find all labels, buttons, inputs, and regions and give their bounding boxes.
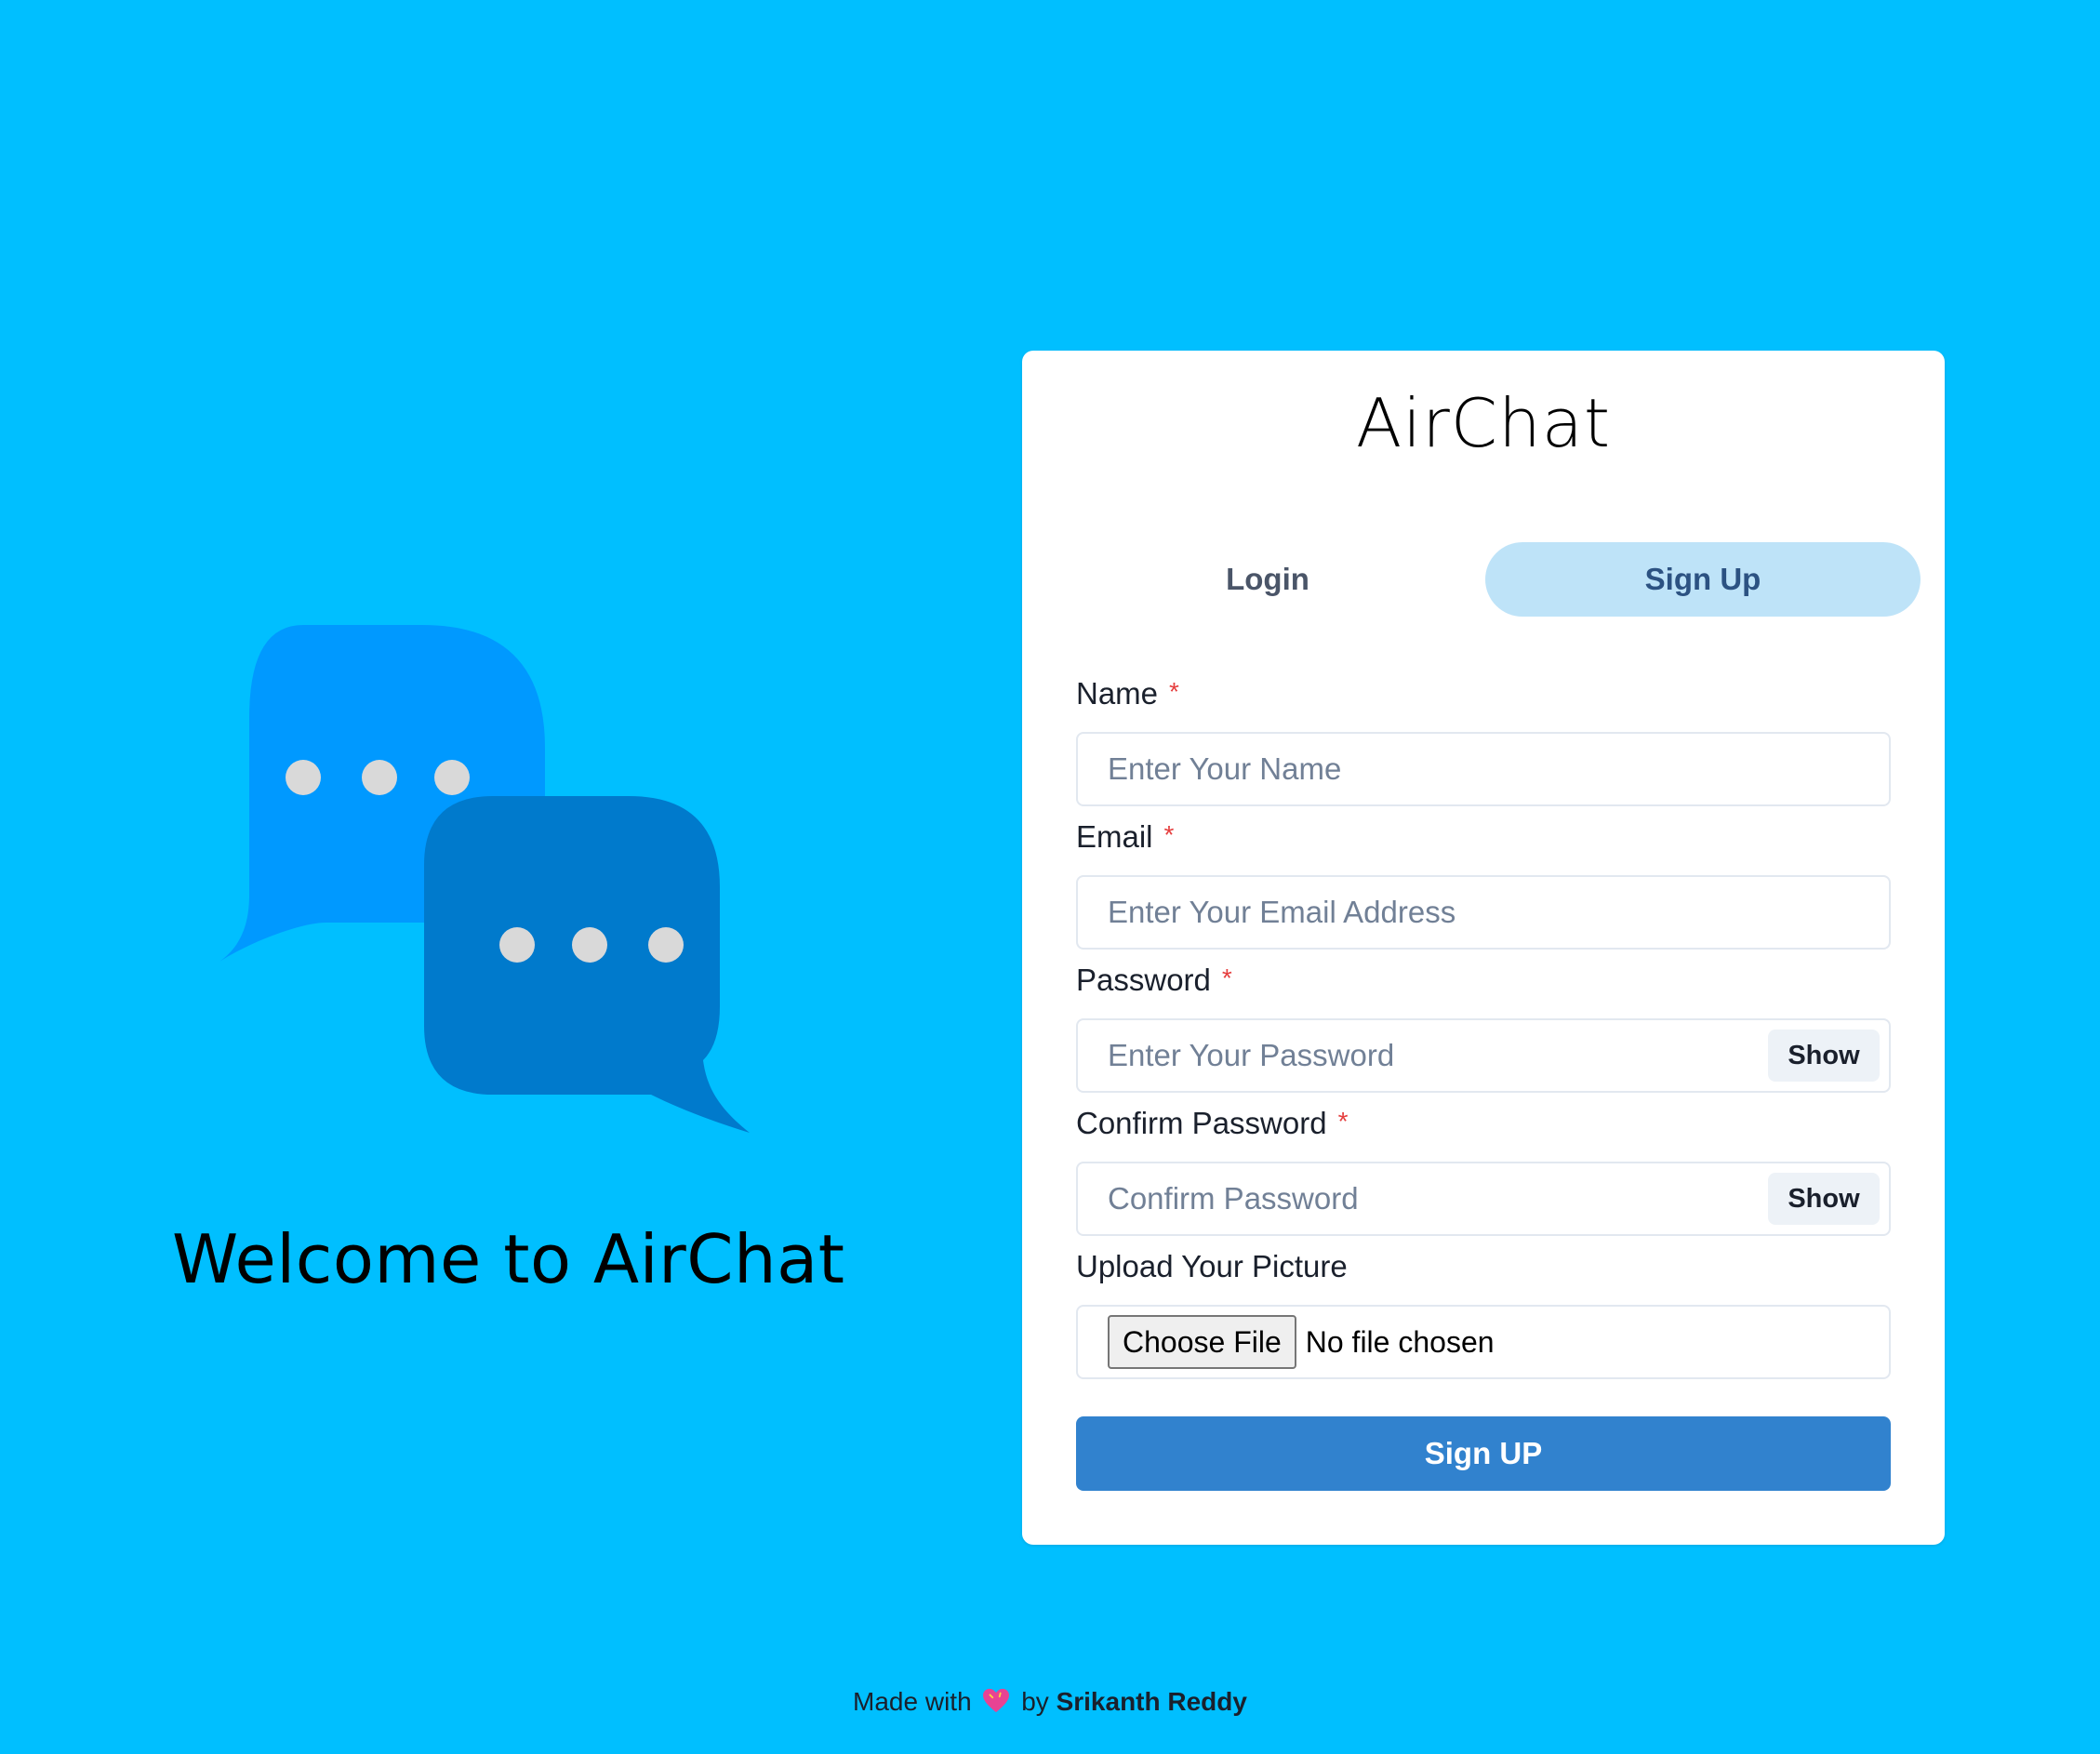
show-confirm-password-button[interactable]: Show (1768, 1173, 1880, 1225)
required-mark: * (1163, 820, 1175, 849)
auth-tabs: Login Sign Up (1050, 542, 1921, 617)
footer-by: by (1021, 1687, 1049, 1716)
password-label: Password * (1076, 963, 1232, 998)
confirm-password-field-box: Show (1076, 1162, 1891, 1236)
auth-card: AirChat Login Sign Up Name * Email * Passw… (1022, 351, 1945, 1545)
chat-bubbles-icon (219, 625, 750, 1133)
confirm-password-label-text: Confirm Password (1076, 1106, 1327, 1140)
required-mark: * (1337, 1107, 1349, 1136)
email-input[interactable] (1078, 877, 1889, 948)
tab-sign-up[interactable]: Sign Up (1485, 542, 1921, 617)
name-label-text: Name (1076, 676, 1159, 711)
email-label: Email * (1076, 819, 1174, 855)
file-status-text: No file chosen (1305, 1324, 1495, 1359)
show-password-button[interactable]: Show (1768, 1030, 1880, 1082)
email-field-box (1076, 875, 1891, 950)
footer-author: Srikanth Reddy (1056, 1687, 1247, 1716)
choose-file-button[interactable]: Choose File (1108, 1315, 1296, 1369)
name-input[interactable] (1078, 734, 1889, 804)
welcome-heading: Welcome to AirChat (172, 1220, 845, 1298)
name-field-box (1076, 732, 1891, 806)
confirm-password-label: Confirm Password * (1076, 1106, 1348, 1141)
email-label-text: Email (1076, 819, 1153, 854)
upload-picture-label: Upload Your Picture (1076, 1249, 1348, 1283)
upload-picture-field: Choose File No file chosen (1076, 1305, 1891, 1379)
required-mark: * (1169, 677, 1179, 706)
footer-prefix: Made with (853, 1687, 972, 1716)
required-mark: * (1221, 963, 1232, 992)
password-field-box: Show (1076, 1018, 1891, 1093)
page: Welcome to AirChat AirChat Login Sign Up… (0, 0, 2100, 1754)
footer: Made with by Srikanth Reddy (0, 1687, 2100, 1717)
tab-login[interactable]: Login (1050, 542, 1485, 617)
front-bubble (424, 796, 750, 1133)
name-label: Name * (1076, 676, 1179, 711)
password-label-text: Password (1076, 963, 1211, 997)
heart-icon (983, 1688, 1010, 1713)
sign-up-submit-button[interactable]: Sign UP (1076, 1416, 1891, 1491)
app-title: AirChat (1355, 384, 1612, 462)
